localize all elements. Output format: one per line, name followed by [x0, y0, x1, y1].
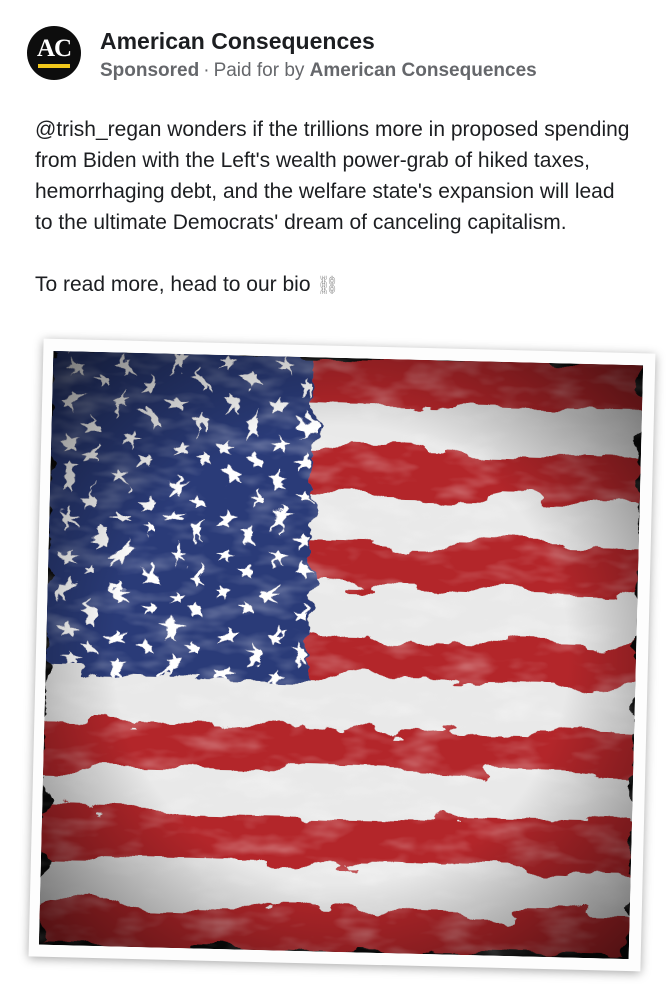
post-body: @trish_regan wonders if the trillions mo… — [35, 114, 635, 301]
post-text-paragraph: @trish_regan wonders if the trillions mo… — [35, 118, 630, 234]
payer-name-link[interactable]: American Consequences — [310, 60, 537, 81]
sponsored-post: AC American Consequences Sponsored · Paid … — [0, 0, 666, 992]
post-header: AC American Consequences Sponsored · Paid … — [27, 26, 537, 84]
sponsored-label: Sponsored — [100, 60, 200, 81]
smoky-flag-image: ★ ★ — [38, 350, 644, 960]
avatar[interactable]: AC — [27, 26, 81, 80]
paid-for-label: Paid for by — [213, 60, 305, 81]
flag-graphic: ★ ★ — [38, 350, 644, 960]
avatar-logo-text: AC — [36, 35, 72, 62]
post-text-cta: To read more, head to our bio ⛓ — [35, 269, 635, 301]
post-meta: Sponsored · Paid for by American Consequen… — [100, 58, 537, 84]
cta-text: To read more, head to our bio — [35, 273, 311, 296]
page-name-link[interactable]: American Consequences — [100, 27, 537, 55]
avatar-logo-bar — [38, 64, 70, 68]
chain-link-icon: ⛓ — [316, 275, 340, 295]
meta-separator: · — [203, 60, 210, 81]
header-text: American Consequences Sponsored · Paid for… — [100, 27, 537, 84]
post-image[interactable]: ★ ★ — [28, 338, 656, 972]
